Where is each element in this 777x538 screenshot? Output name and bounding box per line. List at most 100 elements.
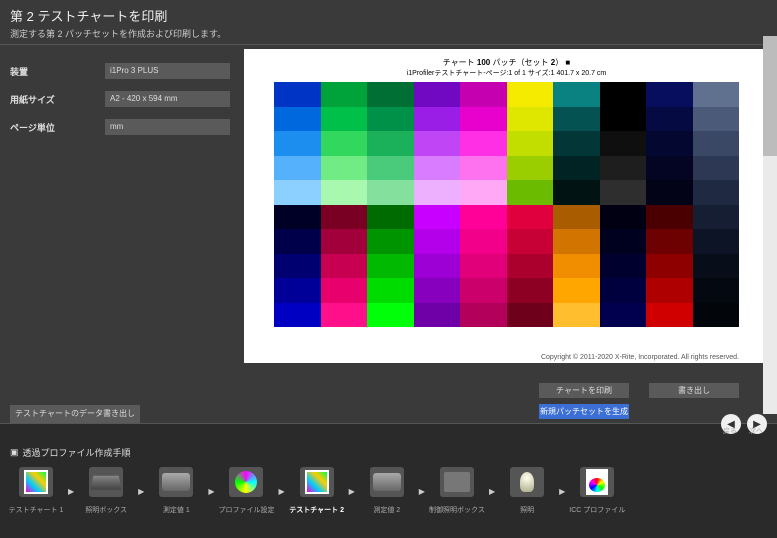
color-swatch	[460, 107, 507, 132]
color-swatch	[321, 156, 368, 181]
device-field: 装置 i1Pro 3 PLUS	[10, 63, 230, 79]
color-swatch	[460, 229, 507, 254]
color-swatch	[274, 156, 321, 181]
generate-patchset-button[interactable]: 新規パッチセットを生成	[539, 404, 629, 419]
color-swatch	[321, 82, 368, 107]
step-icon	[370, 467, 404, 497]
color-swatch	[646, 82, 693, 107]
color-swatch	[414, 229, 461, 254]
step-label: 測定値 1	[163, 505, 190, 515]
arrow-icon: ▶	[278, 487, 284, 496]
color-swatch	[274, 229, 321, 254]
workflow-step[interactable]: 照明	[501, 467, 553, 515]
color-swatch	[414, 82, 461, 107]
color-swatch	[693, 180, 740, 205]
workflow-step[interactable]: テストチャート 1	[10, 467, 62, 515]
color-swatch	[553, 229, 600, 254]
workflow-step[interactable]: 照明ボックス	[80, 467, 132, 515]
color-swatch	[367, 278, 414, 303]
color-swatch	[600, 156, 647, 181]
color-swatch	[414, 254, 461, 279]
color-swatch	[507, 156, 554, 181]
workflow-steps: テストチャート 1 ▶ 照明ボックス ▶ 測定値 1 ▶ プロファイル設定 ▶ テストチャート …	[10, 467, 767, 515]
arrow-icon: ▶	[208, 487, 214, 496]
step-label: 照明	[520, 505, 534, 515]
color-swatch	[693, 131, 740, 156]
color-swatch	[460, 180, 507, 205]
color-swatch	[553, 303, 600, 328]
scroll-thumb[interactable]	[763, 36, 777, 156]
color-swatch	[693, 303, 740, 328]
workflow-step[interactable]: テストチャート 2	[291, 467, 343, 515]
color-swatch	[646, 229, 693, 254]
vertical-scrollbar[interactable]	[763, 36, 777, 414]
workflow-step[interactable]: プロファイル設定	[220, 467, 272, 515]
color-swatch	[693, 254, 740, 279]
color-swatch	[321, 205, 368, 230]
paper-value[interactable]: A2 - 420 x 594 mm	[105, 91, 230, 107]
settings-panel: 装置 i1Pro 3 PLUS 用紙サイズ A2 - 420 x 594 mm …	[0, 45, 240, 423]
color-swatch	[460, 205, 507, 230]
color-swatch	[274, 107, 321, 132]
color-swatch	[646, 156, 693, 181]
workflow-step[interactable]: 測定値 1	[150, 467, 202, 515]
color-swatch	[507, 278, 554, 303]
unit-field: ページ単位 mm	[10, 119, 230, 135]
workflow-step[interactable]: ICC プロファイル	[571, 467, 623, 515]
export-chart-data-button[interactable]: テストチャートのデータ書き出し	[10, 405, 140, 423]
color-swatch	[507, 107, 554, 132]
workflow-title: ▣ 透過プロファイル作成手順	[10, 446, 767, 459]
color-swatch	[553, 254, 600, 279]
color-swatch	[367, 82, 414, 107]
print-chart-button[interactable]: チャートを印刷	[539, 383, 629, 398]
copyright-text: Copyright © 2011-2020 X-Rite, Incorporat…	[541, 354, 739, 361]
chart-subtitle: i1Profilerテストチャート-ページ:1 of 1 サイズ:1 401.7…	[274, 68, 739, 78]
workflow-step[interactable]: 測定値 2	[361, 467, 413, 515]
color-swatch	[646, 278, 693, 303]
color-swatch	[553, 156, 600, 181]
color-swatch	[507, 131, 554, 156]
color-swatch	[507, 254, 554, 279]
color-swatch	[274, 303, 321, 328]
arrow-icon: ▶	[419, 487, 425, 496]
workflow-step[interactable]: 制御照明ボックス	[431, 467, 483, 515]
color-swatch	[460, 254, 507, 279]
color-swatch	[321, 254, 368, 279]
color-swatch	[460, 131, 507, 156]
action-row-1: チャートを印刷 書き出し	[244, 383, 769, 398]
color-swatch	[367, 107, 414, 132]
arrow-icon: ▶	[349, 487, 355, 496]
color-swatch	[274, 82, 321, 107]
color-swatch	[367, 303, 414, 328]
action-row-2: 新規パッチセットを生成	[244, 404, 769, 419]
color-swatch	[274, 205, 321, 230]
arrow-icon: ▶	[489, 487, 495, 496]
color-swatch	[367, 229, 414, 254]
chart-title: チャート 100 パッチ（セット 2） ■	[274, 57, 739, 68]
color-swatch	[460, 156, 507, 181]
device-label: 装置	[10, 65, 105, 78]
step-icon	[440, 467, 474, 497]
device-value[interactable]: i1Pro 3 PLUS	[105, 63, 230, 79]
color-swatch	[321, 131, 368, 156]
color-swatch	[553, 82, 600, 107]
color-swatch	[646, 205, 693, 230]
color-swatch	[600, 254, 647, 279]
step-label: プロファイル設定	[218, 505, 274, 515]
color-swatch	[414, 180, 461, 205]
arrow-icon: ▶	[138, 487, 144, 496]
step-icon	[229, 467, 263, 497]
unit-value[interactable]: mm	[105, 119, 230, 135]
step-icon	[300, 467, 334, 497]
color-swatch	[600, 303, 647, 328]
export-button[interactable]: 書き出し	[649, 383, 739, 398]
color-swatch	[460, 278, 507, 303]
page-header: 第 2 テストチャートを印刷 測定する第 2 パッチセットを作成および印刷します…	[0, 0, 777, 45]
color-swatch	[553, 131, 600, 156]
color-swatch	[507, 229, 554, 254]
color-swatch	[693, 229, 740, 254]
collapse-icon[interactable]: ▣	[10, 447, 19, 458]
color-swatch	[414, 205, 461, 230]
color-swatch	[367, 205, 414, 230]
color-swatch	[321, 303, 368, 328]
